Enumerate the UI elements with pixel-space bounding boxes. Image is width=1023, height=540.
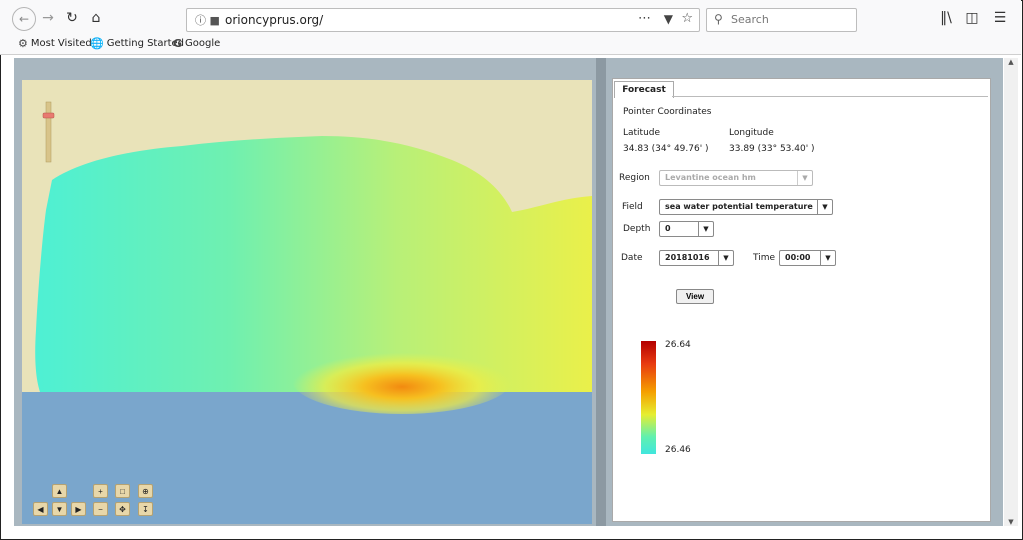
legend-max-label: 26.64 (665, 340, 691, 350)
reload-icon[interactable]: ↻ (62, 8, 82, 28)
time-select[interactable]: 00:00 ▼ (779, 250, 836, 266)
date-label: Date (621, 253, 643, 263)
page-scrollbar[interactable]: ▲ ▼ (1004, 58, 1018, 526)
page-actions-icon[interactable]: ⋯ (638, 11, 651, 26)
url-text[interactable]: orioncyprus.org/ (225, 13, 323, 27)
gear-icon: ⚙ (18, 37, 28, 50)
zoom-in-button[interactable]: + (93, 484, 108, 498)
browser-toolbar: ← → ↻ ⌂ ⓘ ■ orioncyprus.org/ ⋯ ▼ ☆ ⚲ Sea… (0, 0, 1021, 36)
bookmark-star-icon[interactable]: ☆ (681, 11, 693, 26)
map-view[interactable] (22, 80, 592, 524)
bookmarks-bar: ⚙ Most Visited 🌐 Getting Started G Googl… (0, 36, 1021, 55)
bookmark-label: Google (185, 38, 221, 49)
pan-mode-button[interactable]: ✥ (115, 502, 130, 516)
zoom-box-button[interactable]: □ (115, 484, 130, 498)
scroll-up-icon[interactable]: ▲ (1004, 58, 1018, 66)
latitude-value: 34.83 (34° 49.76' ) (623, 144, 709, 154)
bookmark-getting-started[interactable]: 🌐 Getting Started (90, 37, 184, 50)
chevron-down-icon: ▼ (817, 200, 832, 214)
sidebar-toggle-icon[interactable]: ◫ (962, 8, 982, 28)
region-select[interactable]: Levantine ocean hm ▼ (659, 170, 813, 186)
pan-up-button[interactable]: ▲ (52, 484, 67, 498)
warm-water-hotspot (292, 346, 512, 414)
longitude-label: Longitude (729, 128, 774, 138)
chevron-down-icon: ▼ (797, 171, 812, 185)
time-value: 00:00 (785, 253, 811, 262)
date-value: 20181016 (665, 253, 710, 262)
depth-value: 0 (665, 224, 671, 233)
zoom-out-button[interactable]: − (93, 502, 108, 516)
url-bar[interactable]: ⓘ ■ orioncyprus.org/ ⋯ ▼ ☆ (186, 8, 700, 32)
chevron-down-icon: ▼ (820, 251, 835, 265)
globe-icon: 🌐 (90, 37, 104, 50)
pan-down-button[interactable]: ▼ (52, 502, 67, 516)
library-icon[interactable]: ‖\ (936, 8, 956, 28)
field-label: Field (622, 202, 643, 212)
region-value: Levantine ocean hm (665, 173, 756, 182)
home-icon[interactable]: ⌂ (86, 8, 106, 28)
bookmark-label: Most Visited (30, 38, 92, 49)
field-value: sea water potential temperature (665, 202, 813, 211)
bookmark-most-visited[interactable]: ⚙ Most Visited (18, 37, 92, 50)
longitude-value: 33.89 (33° 53.40' ) (729, 144, 815, 154)
search-input[interactable]: ⚲ Search (706, 8, 857, 32)
hamburger-menu-icon[interactable]: ☰ (990, 8, 1010, 28)
view-button[interactable]: View (676, 289, 714, 304)
color-scale-bar (641, 341, 656, 454)
pan-left-button[interactable]: ◀ (33, 502, 48, 516)
forward-icon[interactable]: → (38, 8, 58, 28)
chevron-down-icon: ▼ (718, 251, 733, 265)
bookmark-google[interactable]: G Google (173, 37, 220, 50)
zoom-extent-button[interactable]: ⊕ (138, 484, 153, 498)
query-point-button[interactable]: ↧ (138, 502, 153, 516)
date-select[interactable]: 20181016 ▼ (659, 250, 734, 266)
tab-forecast[interactable]: Forecast (614, 81, 674, 98)
search-icon: ⚲ (714, 12, 723, 26)
scroll-down-icon[interactable]: ▼ (1004, 518, 1018, 526)
zoom-slider-handle[interactable] (42, 112, 55, 119)
depth-select[interactable]: 0 ▼ (659, 221, 714, 237)
pointer-coordinates-title: Pointer Coordinates (623, 107, 712, 117)
region-label: Region (619, 173, 650, 183)
chevron-down-icon: ▼ (698, 222, 713, 236)
google-icon: G (173, 37, 183, 50)
panel-splitter[interactable] (596, 58, 606, 526)
site-info-icon[interactable]: ⓘ ■ (195, 12, 220, 28)
depth-label: Depth (623, 224, 651, 234)
pocket-icon[interactable]: ▼ (664, 12, 673, 26)
search-placeholder: Search (731, 13, 769, 26)
latitude-label: Latitude (623, 128, 661, 138)
time-label: Time (753, 253, 776, 263)
map-canvas[interactable] (22, 80, 592, 524)
zoom-slider-track[interactable] (45, 101, 52, 163)
back-icon[interactable]: ← (12, 7, 36, 31)
field-select[interactable]: sea water potential temperature ▼ (659, 199, 833, 215)
tab-divider (672, 96, 988, 97)
legend-min-label: 26.46 (665, 445, 691, 455)
pan-right-button[interactable]: ▶ (71, 502, 86, 516)
